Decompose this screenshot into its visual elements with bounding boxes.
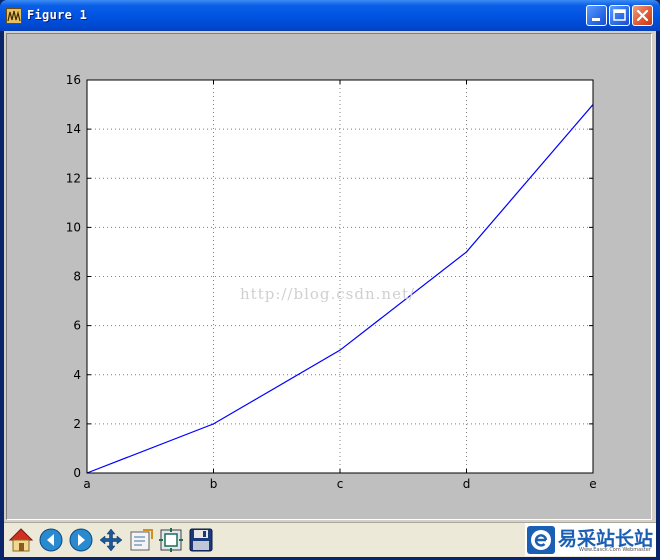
maximize-button[interactable] — [609, 5, 630, 26]
y-tick-label: 0 — [73, 466, 81, 480]
figure-window: Figure 1 a b c d e 0 2 4 6 8 10 12 14 16 http — [0, 0, 660, 560]
arrow-right-icon — [69, 528, 93, 552]
subplots-config-icon — [159, 528, 183, 552]
logo-subtext: Www.Easck.Com Webmaster — [579, 547, 651, 553]
x-tick-label: e — [589, 477, 596, 491]
logo-e-icon — [531, 530, 551, 550]
y-tick-label: 6 — [73, 319, 81, 333]
title-bar[interactable]: Figure 1 — [0, 0, 660, 31]
x-tick-label: b — [210, 477, 218, 491]
figure-canvas[interactable]: a b c d e 0 2 4 6 8 10 12 14 16 http://blog.csdn.net/ — [6, 33, 652, 520]
maximize-icon — [613, 9, 626, 21]
home-button[interactable] — [7, 526, 35, 554]
zoom-button[interactable] — [127, 526, 155, 554]
floppy-disk-icon — [189, 528, 213, 552]
plot-area: a b c d e 0 2 4 6 8 10 12 14 16 http://blog.csdn.net/ — [7, 34, 651, 523]
close-button[interactable] — [632, 5, 653, 26]
back-button[interactable] — [37, 526, 65, 554]
x-tick-label: a — [83, 477, 90, 491]
matplotlib-figure-icon — [6, 8, 22, 24]
home-icon — [8, 528, 34, 552]
logo-badge — [527, 526, 555, 554]
y-tick-label: 8 — [73, 270, 81, 284]
save-button[interactable] — [187, 526, 215, 554]
minimize-icon — [592, 18, 600, 21]
arrow-left-icon — [39, 528, 63, 552]
client-area: a b c d e 0 2 4 6 8 10 12 14 16 http://blog.csdn.net/ — [4, 31, 656, 557]
window-title: Figure 1 — [27, 8, 88, 22]
forward-button[interactable] — [67, 526, 95, 554]
pan-button[interactable] — [97, 526, 125, 554]
site-logo-watermark: 易采站长站 Www.Easck.Com Webmaster — [525, 523, 656, 556]
line-chart: a b c d e 0 2 4 6 8 10 12 14 16 http://blog.csdn.net/ — [7, 34, 651, 519]
y-tick-label: 10 — [66, 220, 81, 234]
move-arrows-icon — [99, 528, 123, 552]
x-tick-label: d — [463, 477, 471, 491]
close-icon — [636, 9, 649, 22]
y-tick-label: 2 — [73, 417, 81, 431]
y-tick-label: 16 — [66, 73, 81, 87]
subplots-button[interactable] — [157, 526, 185, 554]
y-tick-label: 14 — [66, 122, 81, 136]
x-tick-label: c — [337, 477, 344, 491]
blog-watermark: http://blog.csdn.net/ — [240, 285, 415, 303]
y-tick-label: 4 — [73, 368, 81, 382]
zoom-rect-icon — [130, 529, 153, 551]
y-tick-label: 12 — [66, 171, 81, 185]
minimize-button[interactable] — [586, 5, 607, 26]
